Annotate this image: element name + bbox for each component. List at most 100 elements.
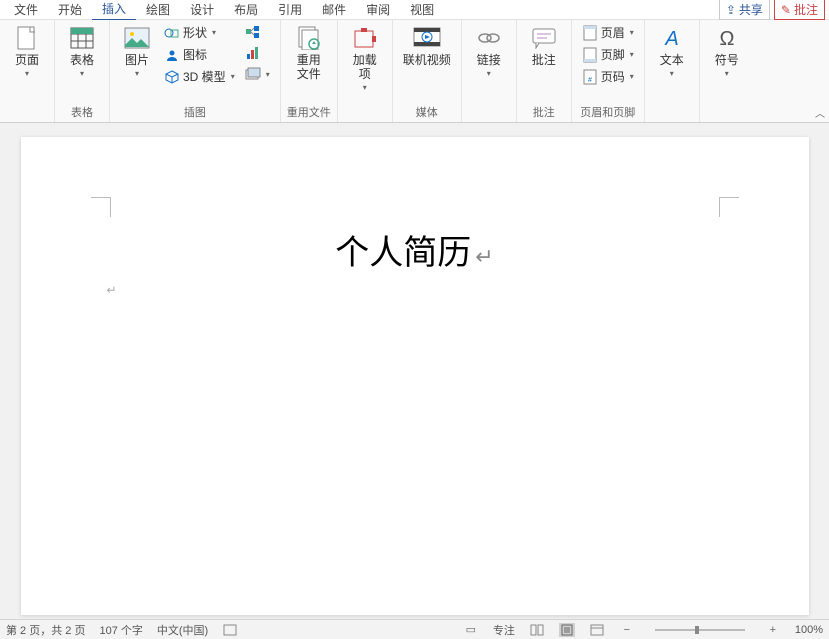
focus-mode-button[interactable]: ▭ xyxy=(463,623,479,637)
text-icon: A xyxy=(658,26,686,50)
online-video-button[interactable]: 联机视频 xyxy=(399,22,455,72)
3d-model-button[interactable]: 3D 模型▾ xyxy=(160,66,239,87)
comments-label: 批注 xyxy=(794,1,818,18)
share-button[interactable]: ⇪ 共享 xyxy=(719,0,770,20)
video-label: 联机视频 xyxy=(403,54,451,68)
zoom-out-button[interactable]: − xyxy=(619,623,635,637)
document-area[interactable]: 个人简历↵ ↵ xyxy=(0,123,829,619)
table-label: 表格 xyxy=(70,54,94,68)
symbol-button[interactable]: Ω 符号 ▾ xyxy=(706,22,748,81)
header-button[interactable]: 页眉 ▾ xyxy=(578,22,638,43)
ribbon: 页面 ▾ 表格 ▾ 表格 图片 ▾ 形状 ▾ xyxy=(0,20,829,123)
shapes-label: 形状 xyxy=(183,24,207,41)
reuse-files-button[interactable]: 重用 文件 xyxy=(288,22,330,86)
status-page[interactable]: 第 2 页，共 2 页 xyxy=(6,622,85,638)
tab-file[interactable]: 文件 xyxy=(4,0,48,20)
comment-bubble-icon xyxy=(530,26,558,50)
picture-button[interactable]: 图片 ▾ xyxy=(116,22,158,81)
zoom-slider[interactable] xyxy=(655,629,745,631)
pages-button[interactable]: 页面 ▾ xyxy=(6,22,48,81)
group-comments-label: 批注 xyxy=(533,101,555,122)
status-word-count[interactable]: 107 个字 xyxy=(99,622,142,638)
title-text: 个人简历 xyxy=(335,234,471,272)
text-button[interactable]: A 文本 ▾ xyxy=(651,22,693,81)
chart-button[interactable] xyxy=(241,43,274,63)
crop-mark xyxy=(91,197,111,217)
addins-label: 加载 项 xyxy=(353,54,377,82)
tab-layout[interactable]: 布局 xyxy=(224,0,268,20)
share-label: 共享 xyxy=(739,1,763,18)
page-number-icon: # xyxy=(582,69,598,85)
addins-icon xyxy=(351,26,379,50)
tab-review[interactable]: 审阅 xyxy=(356,0,400,20)
zoom-in-button[interactable]: + xyxy=(765,623,781,637)
link-icon xyxy=(475,26,503,50)
footer-icon xyxy=(582,47,598,63)
paragraph-mark-icon: ↵ xyxy=(107,283,117,297)
reuse-label: 重用 文件 xyxy=(297,54,321,82)
chevron-down-icon: ▾ xyxy=(363,86,367,91)
tab-draw[interactable]: 绘图 xyxy=(136,0,180,20)
picture-label: 图片 xyxy=(125,54,149,68)
comment-label: 批注 xyxy=(532,54,556,68)
text-label: 文本 xyxy=(660,54,684,68)
focus-label[interactable]: 专注 xyxy=(493,622,515,638)
comments-button[interactable]: ✎ 批注 xyxy=(774,0,825,20)
print-layout-button[interactable] xyxy=(559,623,575,637)
shapes-icon xyxy=(164,25,180,41)
link-button[interactable]: 链接 ▾ xyxy=(468,22,510,81)
group-reuse-label: 重用文件 xyxy=(287,101,331,122)
group-tables-label: 表格 xyxy=(71,101,93,122)
svg-text:#: # xyxy=(588,77,592,84)
page[interactable]: 个人简历↵ ↵ xyxy=(21,137,809,615)
page-number-button[interactable]: #页码▾ xyxy=(578,66,638,87)
tab-design[interactable]: 设计 xyxy=(180,0,224,20)
icons-button[interactable]: 图标 xyxy=(160,44,239,65)
screenshot-button[interactable]: ▾ xyxy=(241,64,274,84)
group-illustrations: 图片 ▾ 形状▾ 图标 3D 模型▾ ▾ xyxy=(110,20,281,122)
macro-icon[interactable] xyxy=(222,623,238,637)
tab-references[interactable]: 引用 xyxy=(268,0,312,20)
tab-mail[interactable]: 邮件 xyxy=(312,0,356,20)
footer-label: 页脚 xyxy=(601,46,625,63)
zoom-level[interactable]: 100% xyxy=(795,624,823,636)
chevron-down-icon: ▾ xyxy=(630,72,634,81)
symbol-icon: Ω xyxy=(713,26,741,50)
tabs-bar: 文件 开始 插入 绘图 设计 布局 引用 邮件 审阅 视图 ⇪ 共享 ✎ 批注 xyxy=(0,0,829,20)
status-language[interactable]: 中文(中国) xyxy=(157,622,208,638)
chevron-down-icon: ▾ xyxy=(670,72,674,77)
chevron-down-icon: ▾ xyxy=(630,28,634,37)
icons-icon xyxy=(164,47,180,63)
group-symbols: Ω 符号 ▾ xyxy=(700,20,754,122)
chevron-down-icon: ▾ xyxy=(212,28,216,37)
web-layout-button[interactable] xyxy=(589,623,605,637)
tab-view[interactable]: 视图 xyxy=(400,0,444,20)
header-icon xyxy=(582,25,598,41)
symbol-label: 符号 xyxy=(715,54,739,68)
table-button[interactable]: 表格 ▾ xyxy=(61,22,103,81)
collapse-ribbon-button[interactable]: ︿ xyxy=(815,105,825,120)
table-icon xyxy=(68,26,96,50)
paragraph-mark-icon: ↵ xyxy=(475,244,493,269)
cube-icon xyxy=(164,69,180,85)
comment-button[interactable]: 批注 xyxy=(523,22,565,72)
document-title[interactable]: 个人简历↵ xyxy=(21,225,809,274)
header-label: 页眉 xyxy=(601,24,625,41)
group-media-label: 媒体 xyxy=(416,101,438,122)
footer-button[interactable]: 页脚▾ xyxy=(578,44,638,65)
smartart-button[interactable] xyxy=(241,22,274,42)
icons-label: 图标 xyxy=(183,46,207,63)
tab-insert[interactable]: 插入 xyxy=(92,0,136,21)
read-mode-button[interactable] xyxy=(529,623,545,637)
chevron-down-icon: ▾ xyxy=(266,70,270,79)
shapes-button[interactable]: 形状 ▾ xyxy=(160,22,239,43)
addins-button[interactable]: 加载 项 ▾ xyxy=(344,22,386,94)
group-links: 链接 ▾ xyxy=(462,20,517,122)
3d-model-label: 3D 模型 xyxy=(183,68,226,85)
chevron-down-icon: ▾ xyxy=(135,72,139,77)
screenshot-icon xyxy=(245,66,261,82)
tab-home[interactable]: 开始 xyxy=(48,0,92,20)
page-icon xyxy=(13,26,41,50)
pages-label: 页面 xyxy=(15,54,39,68)
chevron-down-icon: ▾ xyxy=(725,72,729,77)
